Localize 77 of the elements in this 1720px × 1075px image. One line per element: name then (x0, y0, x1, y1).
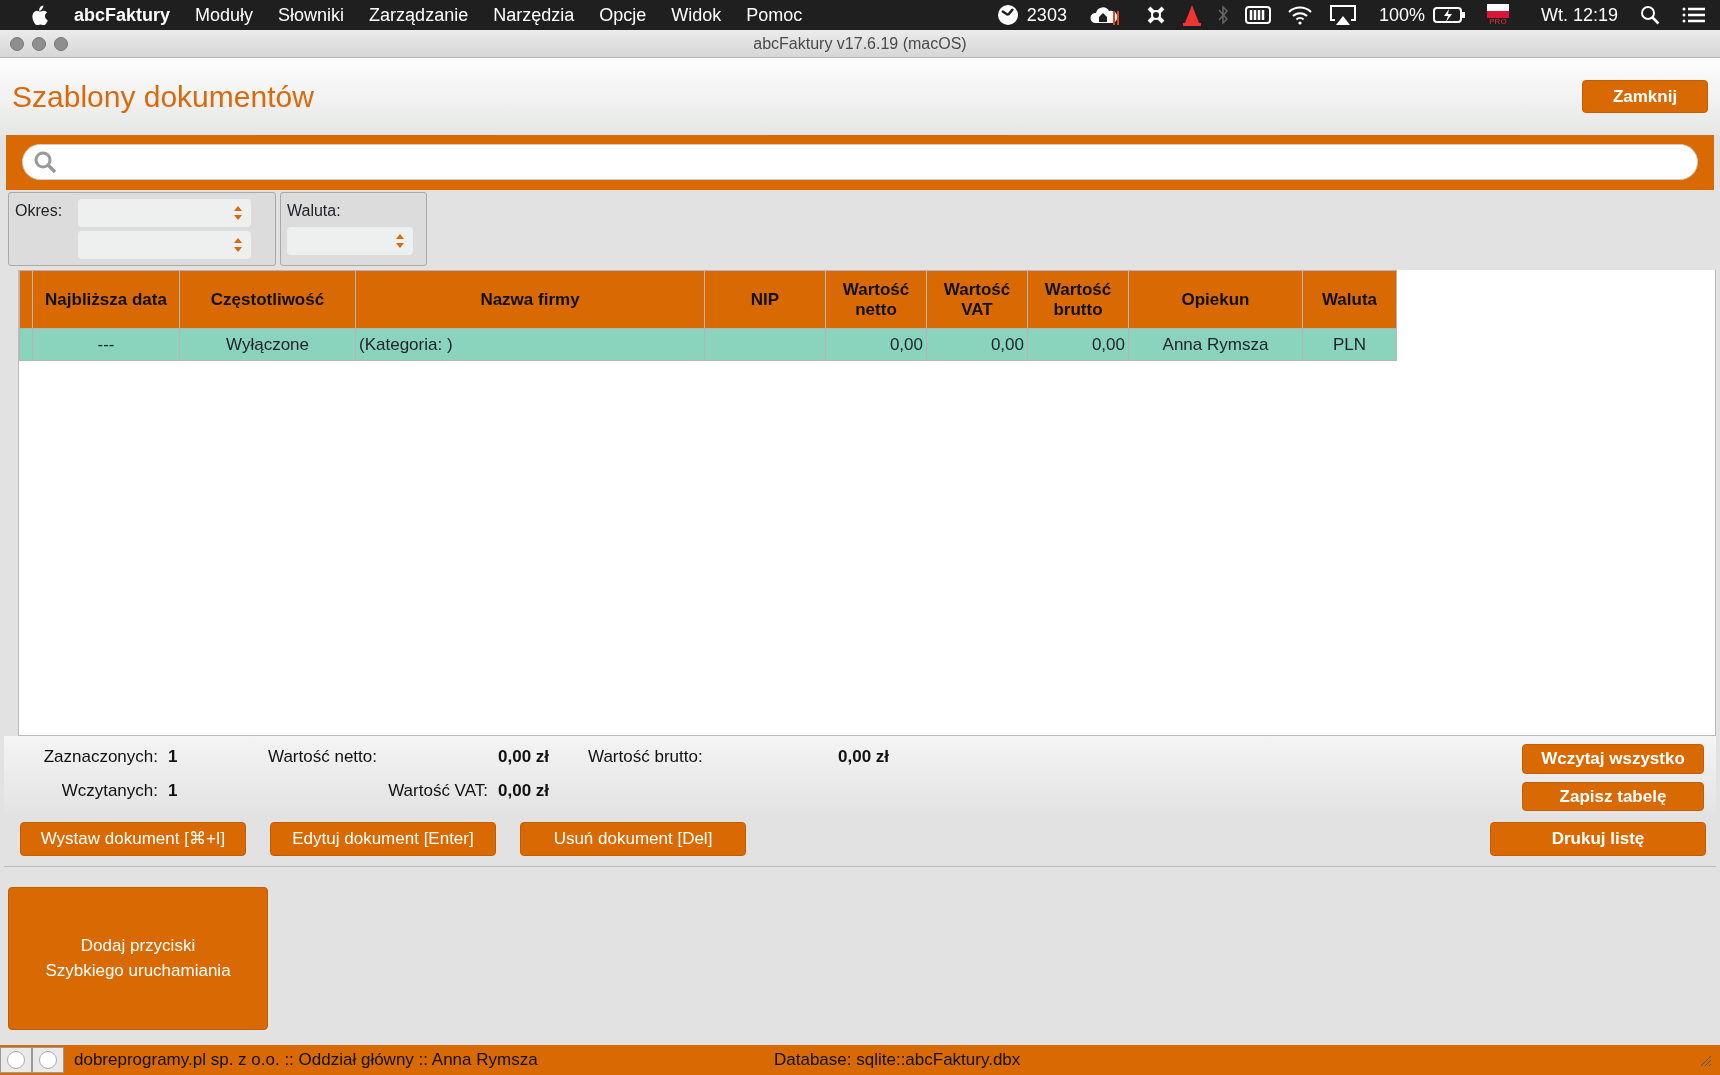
table-cell: Wyłączone (179, 328, 356, 361)
side-button[interactable]: Zapisz tabelę (1522, 781, 1704, 811)
menu-item[interactable]: Słowniki (278, 1, 345, 29)
print-button[interactable]: Drukuj listę (1490, 822, 1706, 856)
airplay-icon[interactable] (1328, 4, 1357, 26)
summary-label: Wartość brutto: (588, 746, 704, 768)
summary-value: 0,00 zł (838, 746, 891, 768)
flag-icon[interactable] (1486, 4, 1509, 18)
column-header[interactable]: Waluta (1302, 270, 1397, 329)
table-cell: Anna Rymsza (1128, 328, 1303, 361)
table-cell: --- (32, 328, 180, 361)
menu-item[interactable]: Zarządzanie (369, 1, 469, 29)
status-toggle-button[interactable] (0, 1046, 32, 1073)
menu-item[interactable]: Pomoc (746, 1, 803, 29)
column-header[interactable]: Najbliższa data (32, 270, 180, 329)
app-menu[interactable]: abcFaktury (74, 1, 171, 29)
table-cell: 0,00 (825, 328, 927, 361)
select-field[interactable] (287, 227, 413, 255)
filter-label: Waluta: (287, 201, 342, 221)
close-window-button[interactable] (10, 37, 24, 51)
action-button[interactable]: Wystaw dokument [⌘+I] (20, 822, 246, 856)
column-header[interactable]: NIP (704, 270, 826, 329)
summary-label: Zaznaczonych: (42, 746, 158, 768)
summary-label: Wartość VAT: (387, 779, 488, 802)
battery-percent: 100% (1378, 3, 1425, 27)
side-button[interactable]: Wczytaj wszystko (1522, 744, 1704, 774)
menu-item[interactable]: Moduły (195, 1, 254, 29)
menu-clock[interactable]: Wt. 12:19 (1540, 1, 1618, 29)
status-toggle-button[interactable] (32, 1046, 64, 1073)
status-company: dobreprogramy.pl sp. z o.o. :: Oddział główny :: Anna Rymsza (74, 1048, 539, 1071)
memory-icon[interactable] (1244, 5, 1271, 25)
menu-item[interactable]: Widok (671, 1, 722, 29)
select-field[interactable] (78, 199, 252, 227)
battery-charging-icon[interactable] (1432, 5, 1465, 25)
search-icon (33, 150, 57, 174)
select-field[interactable] (78, 231, 252, 259)
close-button[interactable]: Zamknij (1582, 79, 1708, 114)
column-header[interactable]: Opiekun (1128, 270, 1303, 329)
summary-label: Wczytanych: (60, 779, 158, 802)
action-button[interactable]: Usuń dokument [Del] (520, 822, 746, 856)
cone-icon[interactable] (1182, 4, 1201, 26)
zoom-window-button[interactable] (54, 37, 68, 51)
menu-icon[interactable] (1682, 5, 1706, 25)
summary-value: 0,00 zł (498, 779, 551, 802)
column-header[interactable]: Wartość VAT (926, 270, 1028, 329)
updown-arrows-icon (233, 237, 244, 253)
status-database: Database: sqlite::abcFaktury.dbx (774, 1048, 1021, 1071)
flag-pro-label: PRO (1489, 18, 1507, 26)
bluetooth-icon[interactable] (1216, 4, 1229, 26)
apple-logo-icon (30, 5, 48, 25)
table-cell: 0,00 (926, 328, 1028, 361)
search-field[interactable] (22, 144, 1698, 180)
wifi-icon[interactable] (1286, 5, 1313, 25)
summary-value: 1 (168, 746, 179, 768)
search-icon[interactable] (1640, 5, 1660, 25)
table-cell: PLN (1302, 328, 1397, 361)
timer-count: 2303 (1026, 3, 1067, 27)
menu-item[interactable]: Opcje (599, 1, 647, 29)
column-header[interactable]: Częstotliwość (179, 270, 356, 329)
column-header[interactable]: Nazwa firmy (355, 270, 705, 329)
window-title: abcFaktury v17.6.19 (macOS) (753, 33, 967, 54)
action-button[interactable]: Edytuj dokument [Enter] (270, 822, 496, 856)
summary-label: Wartość netto: (268, 746, 378, 768)
filter-label: Okres: (15, 201, 63, 221)
table-cell: 0,00 (1027, 328, 1129, 361)
page-title: Szablony dokumentów (12, 78, 314, 115)
clock-icon[interactable] (996, 4, 1019, 26)
table-cell: (Kategoria: ) (355, 328, 705, 361)
summary-value: 0,00 zł (498, 746, 551, 768)
quick-launch-button[interactable]: Dodaj przyciski Szybkiego uruchamiania (8, 886, 268, 1030)
column-header[interactable]: Wartość brutto (1027, 270, 1129, 329)
updown-arrows-icon (233, 205, 244, 221)
column-header[interactable]: Wartość netto (825, 270, 927, 329)
minimize-window-button[interactable] (32, 37, 46, 51)
summary-value: 1 (168, 779, 179, 802)
menu-item[interactable]: Narzędzia (493, 1, 575, 29)
updown-arrows-icon (395, 233, 405, 249)
